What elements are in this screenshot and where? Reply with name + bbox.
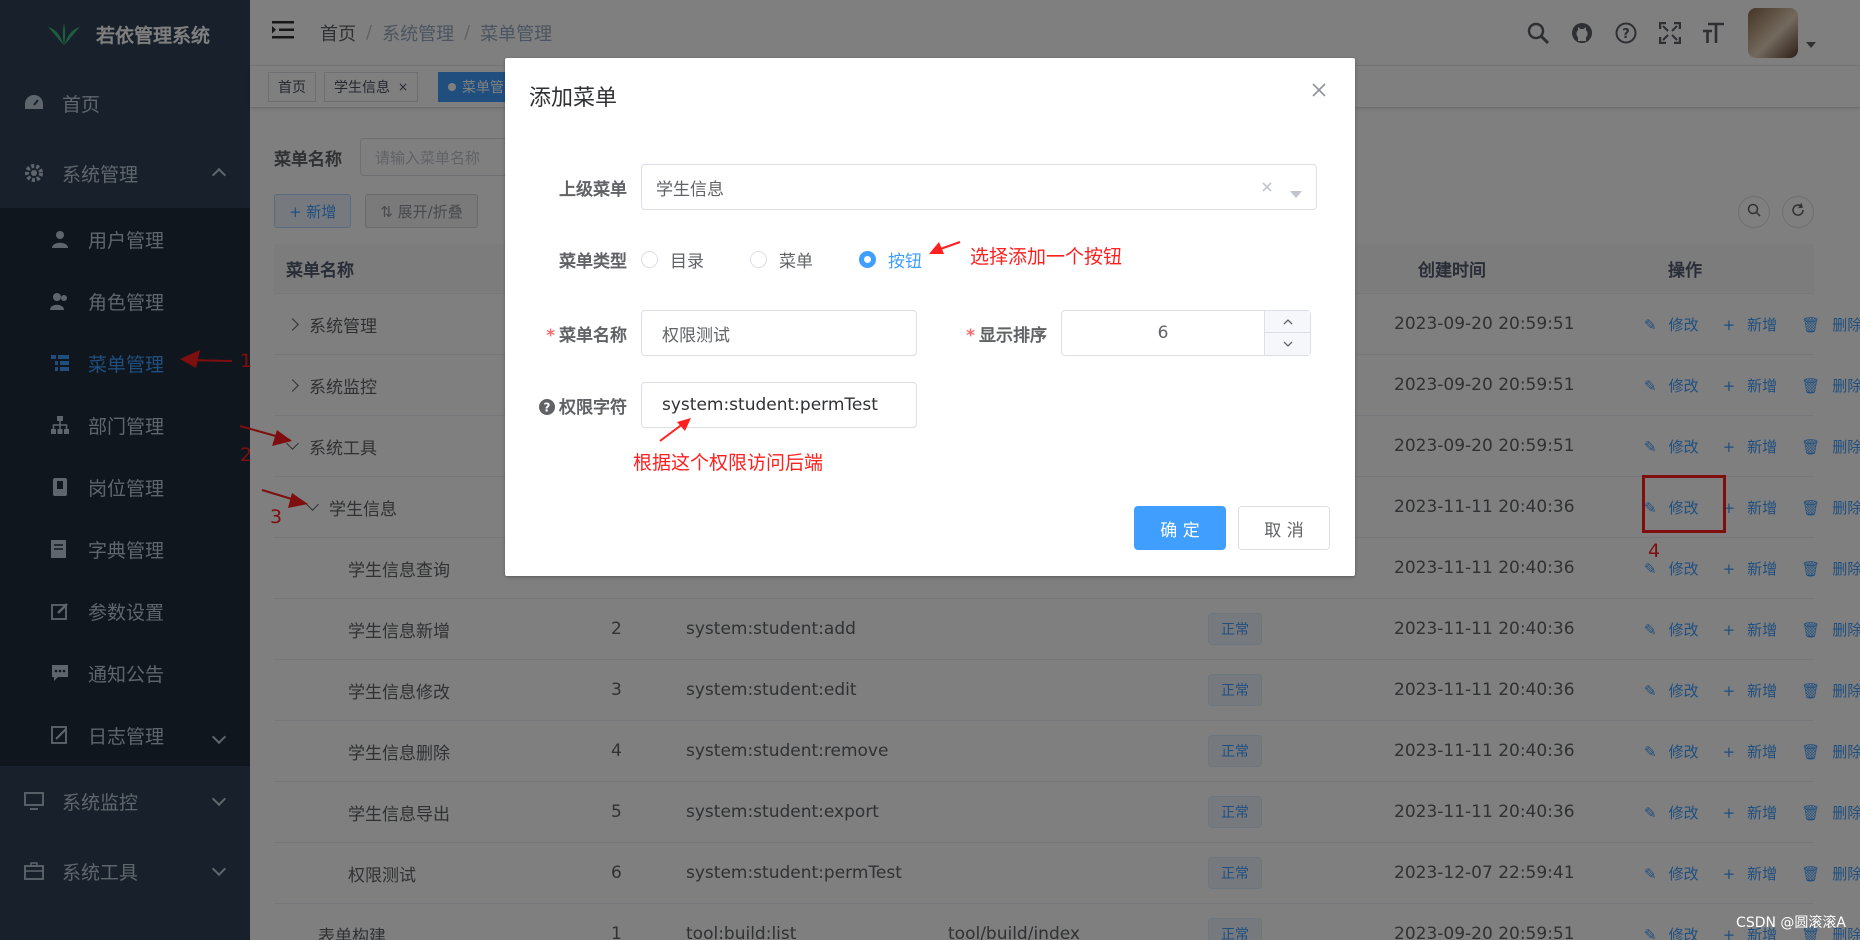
annotation-select-button: 选择添加一个按钮 [970,246,1123,268]
watermark: CSDN @圆滚滚A [1736,915,1846,931]
app-window: 若依管理系统 首页 系统管理 用户管理 角色管理 菜单管理 [0,0,1860,940]
dialog-annotation-layer [659,241,961,442]
annotation-arrowhead-perm [677,418,691,431]
annotation-perm-note: 根据这个权限访问后端 [633,452,824,474]
add-menu-dialog: 添加菜单 上级菜单 学生信息 菜单类型 目录 菜单 按钮 * 菜单名称 权限测试 … [505,58,1355,576]
